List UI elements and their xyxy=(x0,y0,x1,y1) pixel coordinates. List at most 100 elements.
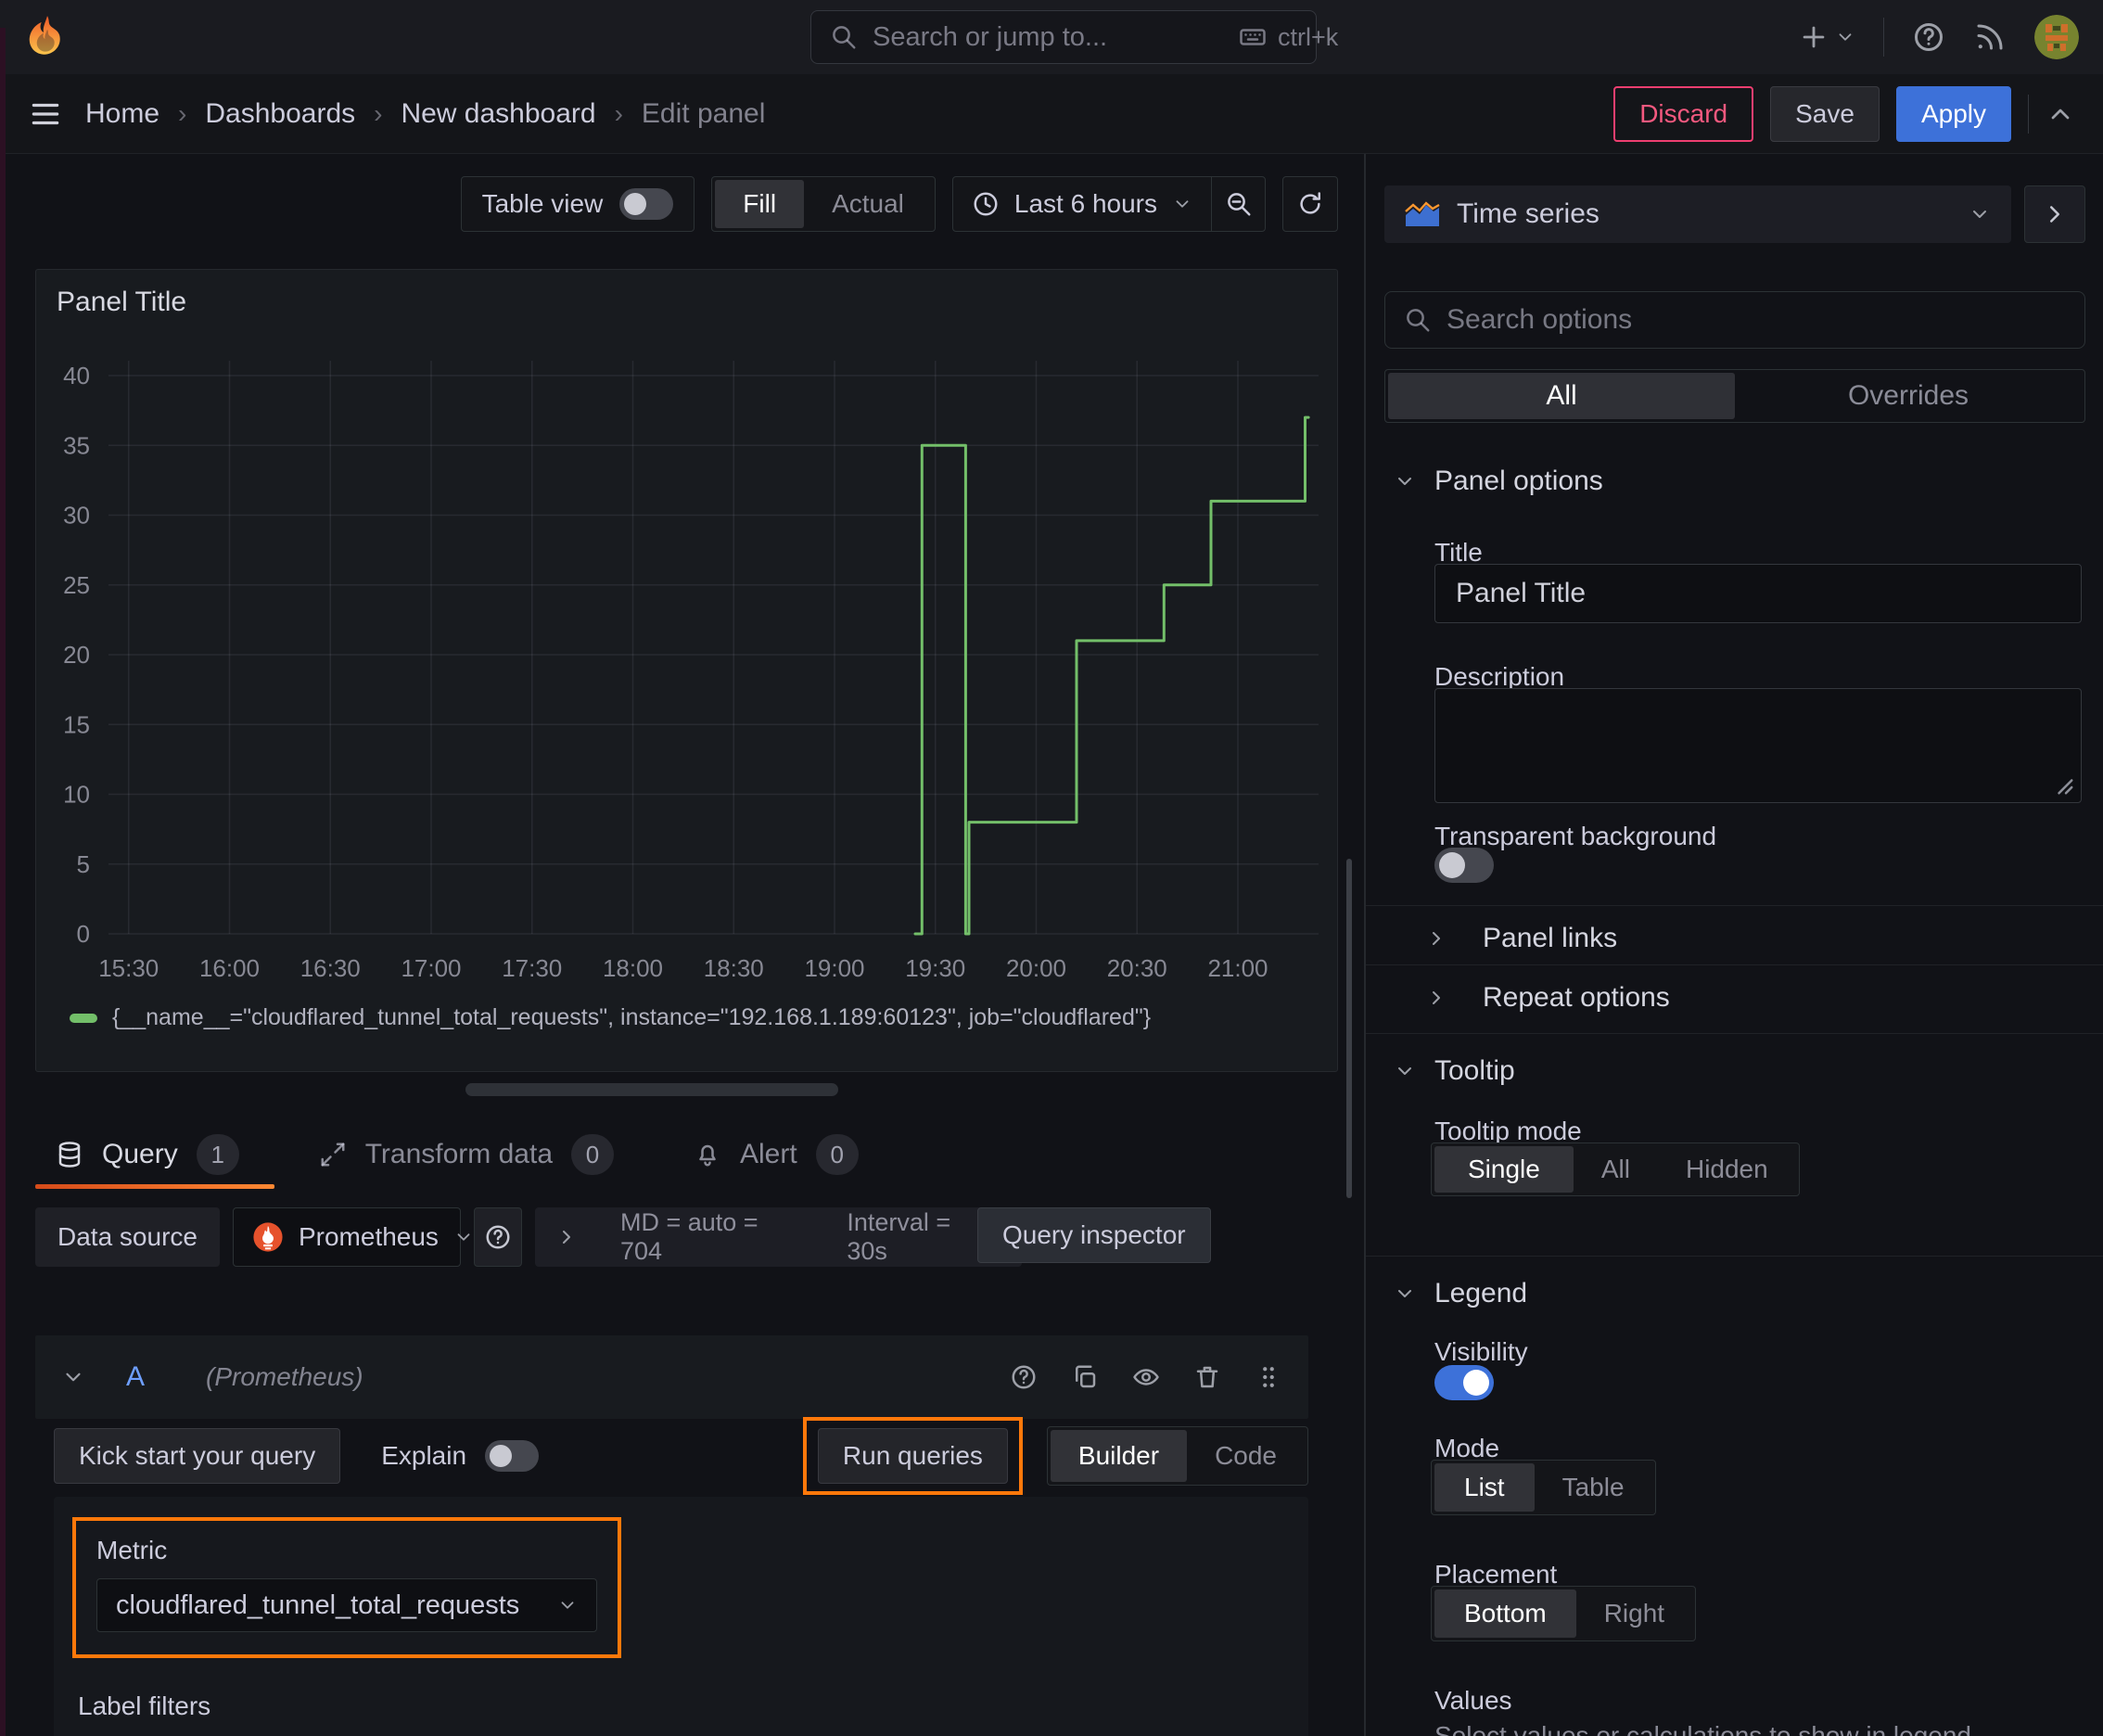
query-inspector-button[interactable]: Query inspector xyxy=(976,1207,1211,1263)
repeat-options-section[interactable]: Repeat options xyxy=(1366,972,2103,1024)
query-editor-toolbar: Kick start your query Explain Run querie… xyxy=(54,1411,1308,1500)
time-range-picker[interactable]: Last 6 hours xyxy=(953,177,1211,231)
apply-button[interactable]: Apply xyxy=(1895,85,2011,142)
duplicate-query-icon[interactable] xyxy=(1071,1363,1099,1391)
y-axis-tick-label: 0 xyxy=(77,920,90,948)
fill-option[interactable]: Fill xyxy=(715,180,805,228)
visualization-name: Time series xyxy=(1457,198,1600,229)
chevron-down-icon xyxy=(1172,194,1192,214)
help-icon[interactable] xyxy=(1010,1363,1038,1391)
datasource-picker[interactable]: Prometheus xyxy=(232,1207,461,1267)
datasource-help-button[interactable] xyxy=(473,1207,522,1267)
drag-handle-icon[interactable] xyxy=(1255,1363,1282,1391)
keyboard-icon xyxy=(1237,23,1268,51)
run-queries-button[interactable]: Run queries xyxy=(817,1428,1008,1484)
zoom-out-button[interactable] xyxy=(1211,177,1265,231)
table-view-label: Table view xyxy=(481,189,604,218)
save-button[interactable]: Save xyxy=(1770,85,1880,142)
query-builder-body: Metric cloudflared_tunnel_total_requests… xyxy=(54,1497,1308,1736)
legend-visibility-toggle[interactable] xyxy=(1434,1365,1494,1400)
breadcrumb-separator: › xyxy=(374,98,383,128)
tab-alert[interactable]: Alert 0 xyxy=(694,1134,859,1175)
refresh-button[interactable] xyxy=(1282,176,1338,232)
collapse-header-icon[interactable] xyxy=(2046,99,2075,129)
tooltip-single-option[interactable]: Single xyxy=(1434,1146,1574,1193)
active-tab-indicator xyxy=(35,1184,274,1189)
prometheus-icon xyxy=(253,1222,283,1252)
tab-transform-data[interactable]: Transform data 0 xyxy=(319,1134,614,1175)
panel-description-input[interactable] xyxy=(1434,688,2082,803)
collapse-query-icon[interactable] xyxy=(61,1365,85,1389)
user-avatar[interactable] xyxy=(2034,15,2079,59)
options-pane: Time series All Overrides Panel options … xyxy=(1365,154,2103,1736)
toggle-visibility-icon[interactable] xyxy=(1132,1363,1160,1391)
y-axis-tick-label: 10 xyxy=(63,781,90,809)
help-icon xyxy=(484,1223,512,1251)
options-search-input[interactable] xyxy=(1447,304,2066,336)
search-input[interactable] xyxy=(873,21,1222,53)
breadcrumb-home[interactable]: Home xyxy=(85,98,159,130)
grafana-logo-icon[interactable] xyxy=(24,13,70,61)
panel-title-input[interactable] xyxy=(1434,564,2082,623)
help-icon[interactable] xyxy=(1912,20,1945,54)
panel-options-header[interactable]: Panel options xyxy=(1394,466,1603,497)
chevron-right-icon xyxy=(1425,987,1447,1009)
chevron-right-icon xyxy=(1425,927,1447,950)
legend-table-option[interactable]: Table xyxy=(1535,1463,1652,1512)
time-series-viz-icon xyxy=(1405,201,1440,226)
tooltip-header[interactable]: Tooltip xyxy=(1394,1055,1515,1087)
time-range-control: Last 6 hours xyxy=(951,176,1266,232)
legend-list-option[interactable]: List xyxy=(1434,1463,1535,1512)
legend-header[interactable]: Legend xyxy=(1394,1278,1527,1309)
transform-icon xyxy=(319,1141,347,1168)
breadcrumb-new-dashboard[interactable]: New dashboard xyxy=(401,98,595,130)
resize-handle-icon[interactable] xyxy=(2047,769,2075,797)
table-view-control: Table view xyxy=(460,176,695,232)
x-axis-tick-label: 20:00 xyxy=(1006,954,1066,982)
code-option[interactable]: Code xyxy=(1187,1430,1305,1482)
query-options[interactable]: MD = auto = 704 Interval = 30s xyxy=(534,1207,1022,1267)
delete-query-icon[interactable] xyxy=(1193,1363,1221,1391)
menu-icon[interactable] xyxy=(28,96,63,132)
tab-overrides[interactable]: Overrides xyxy=(1735,373,2082,419)
all-overrides-switch: All Overrides xyxy=(1384,369,2085,423)
transform-count-badge: 0 xyxy=(571,1134,614,1175)
discard-button[interactable]: Discard xyxy=(1613,85,1754,142)
builder-code-switch: Builder Code xyxy=(1046,1426,1308,1486)
y-axis-tick-label: 35 xyxy=(63,431,90,459)
metric-select[interactable]: cloudflared_tunnel_total_requests xyxy=(96,1578,597,1632)
news-rss-icon[interactable] xyxy=(1973,20,2007,54)
left-pane-scrollbar[interactable] xyxy=(1346,859,1352,1198)
x-axis-tick-label: 16:30 xyxy=(300,954,361,982)
visualization-picker[interactable]: Time series xyxy=(1384,185,2011,243)
transparent-background-toggle[interactable] xyxy=(1434,848,1494,883)
divider xyxy=(1366,964,2103,965)
breadcrumb-dashboards[interactable]: Dashboards xyxy=(205,98,355,130)
tooltip-all-option[interactable]: All xyxy=(1574,1146,1658,1193)
time-series-chart[interactable]: 0 5 10 15 20 25 30 35 40 15:30 16:00 16:30 17:00 17:3… xyxy=(36,270,1337,1071)
metric-annotation: Metric cloudflared_tunnel_total_requests xyxy=(72,1517,621,1658)
legend-placement-switch: Bottom Right xyxy=(1431,1586,1697,1641)
tooltip-hidden-option[interactable]: Hidden xyxy=(1658,1146,1796,1193)
query-row-header[interactable]: A (Prometheus) xyxy=(35,1335,1308,1419)
panel-links-section[interactable]: Panel links xyxy=(1366,913,2103,964)
tab-all[interactable]: All xyxy=(1388,373,1735,419)
table-view-toggle[interactable] xyxy=(619,188,674,220)
builder-option[interactable]: Builder xyxy=(1050,1430,1188,1482)
chart-legend[interactable]: {__name__="cloudflared_tunnel_total_requ… xyxy=(70,1004,1151,1031)
explain-toggle[interactable] xyxy=(485,1440,540,1472)
divider xyxy=(2028,94,2029,134)
new-menu-button[interactable] xyxy=(1798,21,1855,53)
legend-values-label: Values xyxy=(1434,1686,1512,1715)
placement-right-option[interactable]: Right xyxy=(1576,1589,1692,1638)
actual-option[interactable]: Actual xyxy=(804,180,932,228)
placement-bottom-option[interactable]: Bottom xyxy=(1434,1589,1576,1638)
kick-start-button[interactable]: Kick start your query xyxy=(54,1428,341,1484)
y-axis-tick-label: 25 xyxy=(63,571,90,599)
panel-resize-handle[interactable] xyxy=(465,1083,838,1096)
chevron-right-icon xyxy=(555,1226,578,1248)
tab-query[interactable]: Query 1 xyxy=(56,1134,239,1175)
y-axis-tick-label: 5 xyxy=(77,850,90,878)
open-viz-suggestions-button[interactable] xyxy=(2024,185,2085,243)
y-axis-tick-label: 40 xyxy=(63,362,90,389)
